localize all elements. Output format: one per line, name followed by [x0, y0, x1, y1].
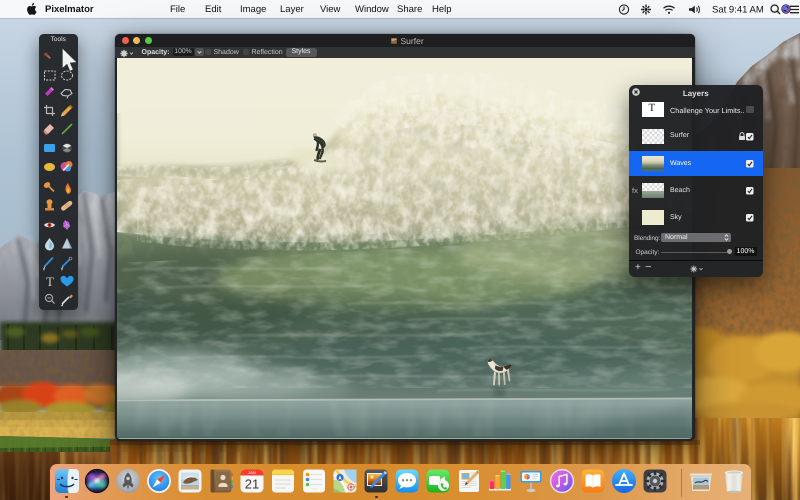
svg-text:JAN: JAN	[248, 470, 256, 475]
svg-text:T: T	[46, 274, 54, 289]
svg-text:21: 21	[245, 477, 259, 492]
svg-text:Sat 9:41 AM: Sat 9:41 AM	[712, 4, 764, 15]
